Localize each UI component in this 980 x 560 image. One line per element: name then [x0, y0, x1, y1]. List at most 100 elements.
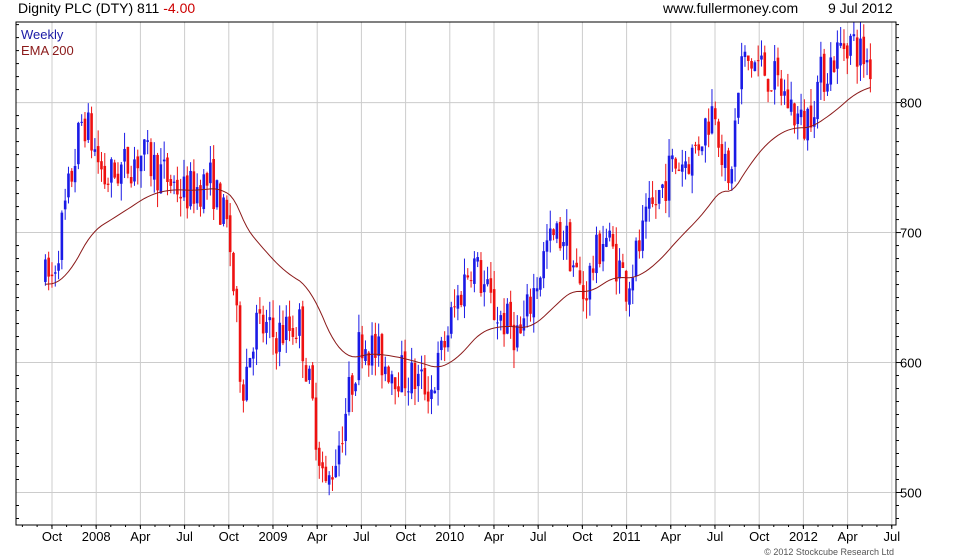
candle-up [631, 277, 635, 291]
candle-down [50, 274, 54, 277]
candle-up [515, 325, 519, 348]
candle-up [565, 225, 569, 246]
candle-up [723, 153, 727, 168]
candle-up [588, 265, 592, 300]
candle-down [862, 36, 866, 65]
candle-up [159, 164, 163, 194]
candle-up [202, 174, 206, 210]
candle-down [558, 221, 562, 249]
candle-down [288, 316, 291, 331]
candle-down [502, 312, 506, 335]
candle-down [746, 55, 750, 61]
candle-up [730, 169, 734, 184]
candle-up [327, 475, 331, 485]
candle-up [152, 154, 156, 180]
candle-up [710, 106, 714, 134]
candle-up [73, 165, 77, 183]
candle-up [255, 312, 258, 350]
candle-up [634, 240, 638, 277]
candle-down [129, 177, 133, 184]
candle-down [106, 183, 110, 185]
candle-up [63, 200, 67, 210]
candle-up [661, 184, 664, 188]
candle-down [176, 179, 179, 195]
gridlines [16, 22, 896, 525]
candle-down [90, 113, 93, 151]
candle-up [760, 55, 763, 60]
candle-down [403, 351, 407, 389]
candle-up [268, 317, 272, 321]
candle-up [440, 340, 443, 351]
candle-up [499, 315, 503, 321]
candle-down [727, 150, 730, 184]
candle-down [136, 156, 140, 169]
candle-up [482, 284, 486, 293]
candle-up [548, 228, 552, 241]
x-tick-label: Jul [530, 529, 547, 544]
candle-up [278, 322, 281, 352]
candle-up [449, 307, 453, 334]
candle-up [826, 83, 829, 92]
candle-up [209, 162, 212, 184]
candle-up [740, 56, 743, 90]
candle-up [532, 288, 536, 318]
candle-up [829, 57, 833, 85]
candle-down [756, 60, 760, 62]
candle-down [205, 173, 209, 186]
candle-up [852, 34, 856, 37]
candle-up [456, 295, 460, 309]
candle-down [779, 78, 783, 96]
candle-up [57, 263, 60, 271]
candle-up [644, 206, 648, 222]
candle-up [773, 61, 776, 90]
candle-down [585, 298, 588, 301]
candle-down [192, 171, 196, 204]
candle-down [304, 365, 308, 382]
x-tick-label: 2010 [435, 529, 464, 544]
candle-down [103, 165, 107, 185]
candle-down [674, 158, 677, 169]
candle-down [426, 391, 430, 402]
candle-down [199, 185, 202, 207]
candle-down [281, 325, 285, 344]
x-tick-label: Oct [42, 529, 63, 544]
candle-down [238, 305, 242, 382]
candle-down [47, 257, 50, 277]
candle-up [77, 122, 80, 165]
candle-down [598, 233, 602, 265]
candle-down [822, 53, 826, 92]
candle-down [552, 229, 555, 236]
x-tick-label: Apr [661, 529, 682, 544]
candle-down [707, 121, 710, 135]
candles [44, 21, 872, 496]
candle-down [258, 309, 262, 314]
ema-200-line [45, 87, 871, 368]
candle-down [842, 43, 846, 49]
candle-down [677, 169, 681, 171]
candle-down [713, 108, 717, 120]
candle-down [393, 377, 397, 390]
candle-down [232, 252, 235, 292]
candle-down [624, 270, 628, 302]
candle-up [172, 181, 176, 183]
candle-down [479, 260, 483, 294]
candle-up [789, 99, 793, 112]
candle-down [578, 270, 582, 284]
candle-up [298, 309, 301, 336]
candle-up [53, 272, 57, 274]
candle-up [416, 373, 420, 387]
candle-up [60, 212, 64, 260]
candle-up [370, 335, 374, 366]
candle-down [185, 175, 189, 209]
candle-down [654, 204, 658, 206]
candle-down [179, 196, 182, 199]
candle-up [522, 318, 526, 331]
candle-down [638, 240, 641, 252]
candle-down [466, 275, 470, 278]
candle-up [753, 62, 757, 72]
candle-up [859, 38, 862, 66]
candle-up [265, 321, 268, 333]
candle-down [664, 181, 668, 201]
candle-up [133, 159, 136, 182]
candle-up [535, 288, 539, 292]
